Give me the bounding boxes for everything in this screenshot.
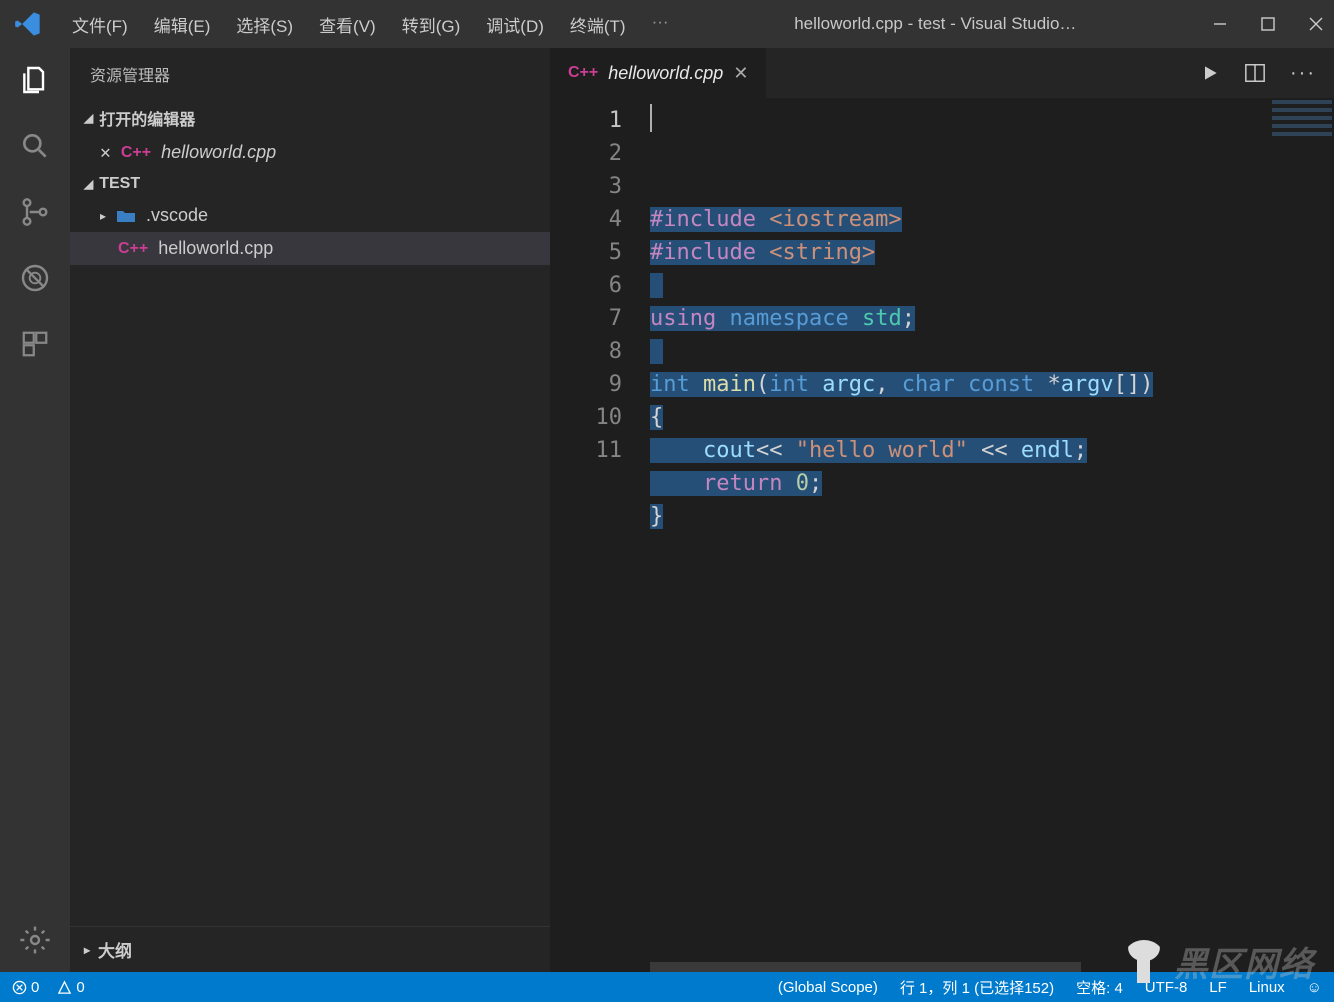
close-icon[interactable] xyxy=(1308,16,1324,32)
warning-icon xyxy=(57,980,72,995)
activity-settings[interactable] xyxy=(17,922,53,958)
main-area: 资源管理器 ◢ 打开的编辑器 ✕ C++ helloworld.cpp ◢ TE… xyxy=(0,48,1334,972)
maximize-icon[interactable] xyxy=(1260,16,1276,32)
cpp-icon: C++ xyxy=(118,240,148,258)
error-count: 0 xyxy=(31,979,39,996)
warning-count: 0 xyxy=(76,979,84,996)
split-editor-icon[interactable] xyxy=(1244,62,1266,84)
folder-name: .vscode xyxy=(146,205,208,226)
menu-go[interactable]: 转到(G) xyxy=(392,8,471,41)
folder-item-vscode[interactable]: ▸ .vscode xyxy=(70,199,550,232)
editor-group: C++ helloworld.cpp ✕ ··· 1234567891011 #… xyxy=(550,48,1334,972)
status-eol[interactable]: LF xyxy=(1209,979,1227,996)
menu-selection[interactable]: 选择(S) xyxy=(226,8,303,41)
activity-search[interactable] xyxy=(17,128,53,164)
activity-debug[interactable] xyxy=(17,260,53,296)
outline-label: 大纲 xyxy=(98,937,132,962)
files-icon xyxy=(19,64,51,96)
search-icon xyxy=(19,130,51,162)
chevron-right-icon: ▸ xyxy=(84,943,90,957)
status-warnings[interactable]: 0 xyxy=(57,979,84,996)
activity-explorer[interactable] xyxy=(17,62,53,98)
status-indent[interactable]: 空格: 4 xyxy=(1076,977,1123,998)
minimize-icon[interactable] xyxy=(1212,16,1228,32)
menu-debug[interactable]: 调试(D) xyxy=(476,8,554,41)
editor-actions: ··· xyxy=(1200,48,1334,98)
open-editor-name: helloworld.cpp xyxy=(161,142,276,163)
menu-overflow[interactable]: ··· xyxy=(642,8,679,41)
window-controls xyxy=(1212,16,1324,32)
menu-terminal[interactable]: 终端(T) xyxy=(560,8,636,41)
chevron-right-icon: ▸ xyxy=(100,209,106,223)
vscode-logo-icon xyxy=(14,10,42,38)
window-title: helloworld.cpp - test - Visual Studio… xyxy=(679,14,1192,34)
menu-bar: 文件(F) 编辑(E) 选择(S) 查看(V) 转到(G) 调试(D) 终端(T… xyxy=(62,8,679,41)
horizontal-scrollbar[interactable] xyxy=(650,962,1081,972)
status-cursor[interactable]: 行 1，列 1 (已选择152) xyxy=(900,977,1054,998)
tab-helloworld[interactable]: C++ helloworld.cpp ✕ xyxy=(550,48,766,98)
cpp-icon: C++ xyxy=(121,144,151,162)
tab-label: helloworld.cpp xyxy=(608,63,723,84)
status-feedback[interactable]: ☺ xyxy=(1307,979,1322,996)
menu-view[interactable]: 查看(V) xyxy=(309,8,386,41)
extensions-icon xyxy=(20,329,50,359)
chevron-down-icon: ◢ xyxy=(84,177,93,191)
activity-scm[interactable] xyxy=(17,194,53,230)
sidebar-title: 资源管理器 xyxy=(70,48,550,100)
open-editors-label: 打开的编辑器 xyxy=(99,106,195,130)
code-lines[interactable]: #include <iostream>#include <string> usi… xyxy=(650,98,1334,972)
activity-extensions[interactable] xyxy=(17,326,53,362)
minimap[interactable] xyxy=(1272,100,1332,140)
section-open-editors[interactable]: ◢ 打开的编辑器 xyxy=(70,100,550,136)
status-errors[interactable]: 0 xyxy=(12,979,39,996)
menu-edit[interactable]: 编辑(E) xyxy=(144,8,221,41)
file-name: helloworld.cpp xyxy=(158,238,273,259)
section-outline[interactable]: ▸ 大纲 xyxy=(70,926,550,972)
tabs-bar: C++ helloworld.cpp ✕ ··· xyxy=(550,48,1334,98)
debug-disabled-icon xyxy=(19,262,51,294)
workspace-name: TEST xyxy=(99,175,140,193)
chevron-down-icon: ◢ xyxy=(84,111,93,125)
gear-icon xyxy=(19,924,51,956)
tree: ◢ 打开的编辑器 ✕ C++ helloworld.cpp ◢ TEST ▸ .… xyxy=(70,100,550,265)
line-gutter: 1234567891011 xyxy=(550,98,650,972)
status-encoding[interactable]: UTF-8 xyxy=(1145,979,1188,996)
section-workspace[interactable]: ◢ TEST xyxy=(70,169,550,199)
tab-close-icon[interactable]: ✕ xyxy=(733,63,748,84)
menu-file[interactable]: 文件(F) xyxy=(62,8,138,41)
file-item-helloworld[interactable]: C++ helloworld.cpp xyxy=(70,232,550,265)
more-actions-icon[interactable]: ··· xyxy=(1290,62,1316,85)
activity-bar xyxy=(0,48,70,972)
cpp-icon: C++ xyxy=(568,64,598,82)
text-cursor xyxy=(650,104,652,132)
status-lang[interactable]: Linux xyxy=(1249,979,1285,996)
status-scope[interactable]: (Global Scope) xyxy=(778,979,878,996)
code-editor[interactable]: 1234567891011 #include <iostream>#includ… xyxy=(550,98,1334,972)
source-control-icon xyxy=(19,196,51,228)
folder-icon xyxy=(116,208,136,224)
titlebar: 文件(F) 编辑(E) 选择(S) 查看(V) 转到(G) 调试(D) 终端(T… xyxy=(0,0,1334,48)
sidebar-explorer: 资源管理器 ◢ 打开的编辑器 ✕ C++ helloworld.cpp ◢ TE… xyxy=(70,48,550,972)
error-icon xyxy=(12,980,27,995)
status-bar: 0 0 (Global Scope) 行 1，列 1 (已选择152) 空格: … xyxy=(0,972,1334,1002)
close-dirty-icon[interactable]: ✕ xyxy=(100,142,111,163)
open-editor-item[interactable]: ✕ C++ helloworld.cpp xyxy=(70,136,550,169)
run-icon[interactable] xyxy=(1200,63,1220,83)
